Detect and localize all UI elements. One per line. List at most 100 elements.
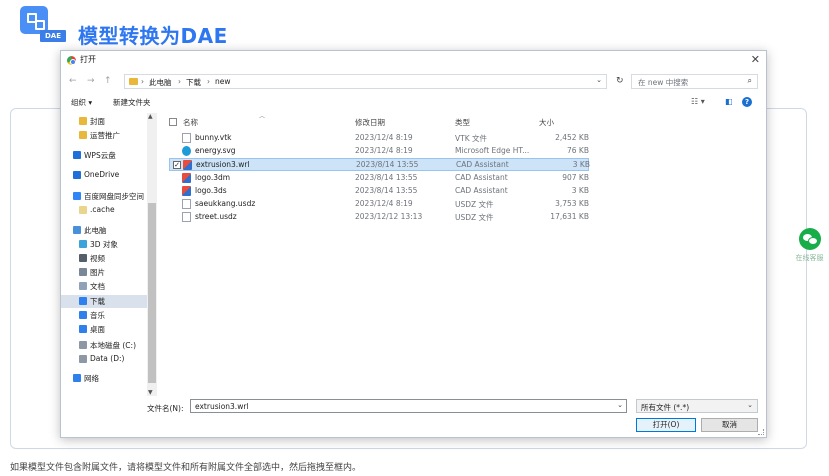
open-button[interactable]: 打开(O) xyxy=(636,418,696,432)
view-options-icon[interactable]: ☷ ▾ xyxy=(691,97,705,106)
address-bar[interactable]: › 此电脑 › 下载 › new ⌄ xyxy=(124,74,607,89)
file-row[interactable]: ✓ extrusion3.wrl 2023/8/14 13:55 CAD Assist… xyxy=(169,158,590,172)
folder-icon xyxy=(129,78,138,85)
breadcrumb-this-pc[interactable]: 此电脑 xyxy=(149,77,172,88)
file-type: CAD Assistant xyxy=(455,185,508,195)
picture-icon xyxy=(79,268,87,276)
sidebar-item-label: Data (D:) xyxy=(90,354,125,363)
document-icon xyxy=(79,282,87,290)
file-name: bunny.vtk xyxy=(195,133,232,142)
file-size: 17,631 KB xyxy=(550,212,589,222)
dialog-title: 打开 xyxy=(80,55,96,64)
baidu-icon xyxy=(73,192,81,200)
chevron-down-icon[interactable]: ⌄ xyxy=(617,401,623,409)
file-row[interactable]: saeukkang.usdz 2023/12/4 8:19 USDZ 文件 3,753… xyxy=(169,198,589,211)
up-button[interactable]: ↑ xyxy=(104,75,112,87)
wechat-service-button[interactable]: 在线客服 xyxy=(790,228,829,263)
column-header-size[interactable]: 大小 xyxy=(539,117,554,128)
preview-pane-icon[interactable]: ◧ xyxy=(725,97,733,106)
navigation-bar: ← → ↑ › 此电脑 › 下载 › new ⌄ ↻ 在 new 中搜索 ⌕ xyxy=(61,73,766,91)
file-row[interactable]: bunny.vtk 2023/12/4 8:19 VTK 文件 2,452 KB xyxy=(169,132,589,145)
breadcrumb-separator: › xyxy=(207,77,210,86)
cancel-button[interactable]: 取消 xyxy=(701,418,758,432)
sidebar-item[interactable]: 此电脑 xyxy=(61,224,147,237)
breadcrumb-separator: › xyxy=(178,77,181,86)
sidebar-item[interactable]: 视频 xyxy=(61,252,147,265)
refresh-icon[interactable]: ↻ xyxy=(616,76,624,86)
sidebar-item[interactable]: Data (D:) xyxy=(61,353,147,366)
chevron-down-icon[interactable]: ⌄ xyxy=(596,76,602,84)
sidebar-item-label: 视频 xyxy=(90,254,105,263)
sidebar-item[interactable]: 百度网盘同步空间 xyxy=(61,190,147,203)
sidebar-item-label: 本地磁盘 (C:) xyxy=(90,341,136,350)
file-row[interactable]: logo.3ds 2023/8/14 13:55 CAD Assistant 3 KB xyxy=(169,185,589,198)
file-size: 76 KB xyxy=(567,146,589,156)
column-header-name[interactable]: 名称 xyxy=(183,117,198,128)
cloud-icon xyxy=(73,151,81,159)
breadcrumb-new[interactable]: new xyxy=(215,77,231,86)
cad-icon xyxy=(183,160,192,171)
sidebar-item[interactable]: 封面 xyxy=(61,115,147,128)
folder-icon xyxy=(79,131,87,139)
search-icon: ⌕ xyxy=(747,76,752,85)
drive-icon xyxy=(79,355,87,363)
file-size: 907 KB xyxy=(562,172,589,182)
sidebar-item[interactable]: 音乐 xyxy=(61,309,147,322)
forward-button[interactable]: → xyxy=(87,75,95,87)
sidebar-item-label: 网络 xyxy=(84,374,99,383)
sidebar-item-label: 封面 xyxy=(90,117,105,126)
scrollbar-thumb[interactable] xyxy=(148,203,156,383)
page-title: 模型转换为DAE xyxy=(78,24,228,48)
file-type-select[interactable]: 所有文件 (*.*) ⌄ xyxy=(636,399,758,413)
sidebar-item[interactable]: 图片 xyxy=(61,266,147,279)
dialog-toolbar: 组织 ▾ 新建文件夹 ☷ ▾ ◧ ? xyxy=(61,94,766,112)
column-header-type[interactable]: 类型 xyxy=(455,117,470,128)
sidebar-item[interactable]: WPS云盘 xyxy=(61,149,147,162)
edge-icon xyxy=(182,146,191,157)
sidebar-item-label: .cache xyxy=(90,205,115,214)
video-icon xyxy=(79,254,87,262)
file-icon xyxy=(182,133,191,143)
column-header-date[interactable]: 修改日期 xyxy=(355,117,385,128)
sidebar-item[interactable]: 运营推广 xyxy=(61,129,147,142)
new-folder-button[interactable]: 新建文件夹 xyxy=(113,97,151,108)
sidebar-item[interactable]: 3D 对象 xyxy=(61,238,147,251)
sidebar-item-label: 文档 xyxy=(90,282,105,291)
close-button[interactable]: ✕ xyxy=(751,53,760,67)
select-all-checkbox[interactable] xyxy=(169,118,177,126)
back-button[interactable]: ← xyxy=(69,75,77,87)
navigation-pane: 封面运营推广 WPS云盘 OneDrive 百度网盘同步空间 .cache 此电脑 3D 对… xyxy=(61,113,159,396)
search-input[interactable]: 在 new 中搜索 ⌕ xyxy=(631,74,758,89)
scroll-down-icon[interactable]: ▼ xyxy=(148,389,153,396)
sidebar-item[interactable]: 下载 xyxy=(61,295,147,308)
sidebar-item[interactable]: 桌面 xyxy=(61,323,147,336)
row-checkbox[interactable]: ✓ xyxy=(173,161,181,170)
file-date: 2023/12/4 8:19 xyxy=(355,146,413,156)
sidebar-item[interactable]: 网络 xyxy=(61,372,147,385)
sidebar-item[interactable]: .cache xyxy=(61,204,147,217)
file-date: 2023/8/14 13:55 xyxy=(356,160,419,170)
sidebar-item-label: 3D 对象 xyxy=(90,240,118,249)
scroll-up-icon[interactable]: ▲ xyxy=(148,113,153,120)
download-icon xyxy=(79,297,87,305)
file-icon xyxy=(182,199,191,209)
sidebar-item[interactable]: 本地磁盘 (C:) xyxy=(61,339,147,352)
sidebar-item-label: 图片 xyxy=(90,268,105,277)
file-size: 3,753 KB xyxy=(555,199,589,208)
breadcrumb-downloads[interactable]: 下载 xyxy=(186,77,201,88)
file-row[interactable]: street.usdz 2023/12/12 13:13 USDZ 文件 17,631… xyxy=(169,211,589,224)
file-row[interactable]: energy.svg 2023/12/4 8:19 Microsoft Edge H… xyxy=(169,145,589,158)
sidebar-item-label: 下载 xyxy=(90,297,105,306)
file-row[interactable]: logo.3dm 2023/8/14 13:55 CAD Assistant 907 … xyxy=(169,172,589,185)
organize-menu[interactable]: 组织 ▾ xyxy=(71,97,92,108)
sidebar-item[interactable]: 文档 xyxy=(61,280,147,293)
sidebar-item[interactable]: OneDrive xyxy=(61,169,147,182)
sidebar-scrollbar[interactable]: ▲ ▼ xyxy=(147,113,157,396)
file-name: logo.3dm xyxy=(195,172,231,182)
file-icon xyxy=(182,212,191,223)
dialog-titlebar: 打开 ✕ xyxy=(61,51,766,71)
help-icon[interactable]: ? xyxy=(742,97,752,107)
filename-input[interactable]: extrusion3.wrl ⌄ xyxy=(190,399,627,413)
resize-grip[interactable] xyxy=(758,429,764,435)
file-date: 2023/8/14 13:55 xyxy=(355,185,418,195)
